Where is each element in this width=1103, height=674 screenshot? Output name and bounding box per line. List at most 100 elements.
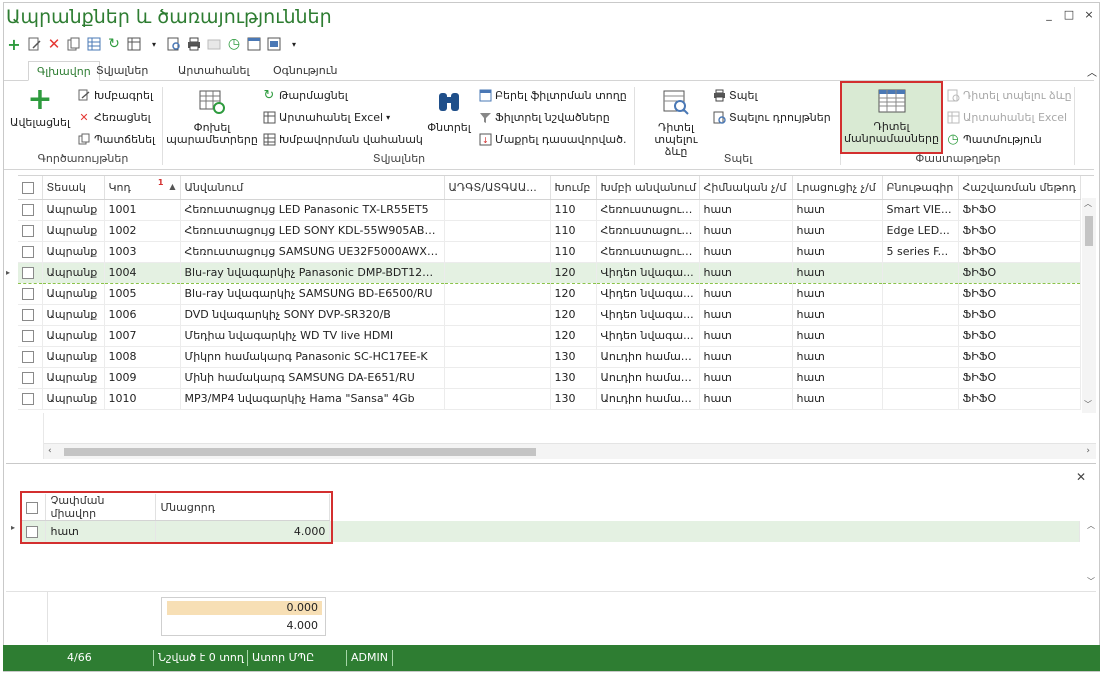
cell-extra-unit[interactable]: հատ [792, 346, 883, 368]
print-view-button[interactable]: Դիտել տպելու ձևը [644, 89, 708, 158]
table-row[interactable]: Ապրանք 1005 Blu-ray նվագարկիչ SAMSUNG BD-E… [18, 283, 1081, 305]
cell-group-name[interactable]: Աուդիո համակ... [596, 388, 700, 410]
column-header-extra-unit[interactable]: Լրացուցիչ չ/մ [792, 176, 883, 200]
cell-name[interactable]: Հեռուստացույց LED Panasonic TX-LR55ET5 [180, 199, 445, 221]
table-row[interactable]: Ապրանք 1002 Հեռուստացույց LED SONY KDL-55W… [18, 220, 1081, 242]
cell-method[interactable]: ՖԻՖՕ [958, 220, 1081, 242]
cell-type[interactable]: Ապրանք [42, 346, 105, 368]
cell-spec[interactable] [882, 261, 959, 284]
row-checkbox-cell[interactable] [18, 346, 43, 368]
cell-extra-unit[interactable]: հատ [792, 220, 883, 242]
group-panel-button[interactable]: Խմբավորման վահանակ [262, 130, 423, 148]
table-row[interactable]: Ապրանք 1009 Մինի համակարգ SAMSUNG DA-E651/… [18, 367, 1081, 389]
cell-group[interactable]: 110 [550, 199, 597, 221]
cell-type[interactable]: Ապրանք [42, 261, 105, 284]
column-header-code[interactable]: Կոդ 1 ▲ [104, 176, 181, 200]
export-icon[interactable] [126, 36, 142, 52]
cell-code[interactable]: 1009 [104, 367, 181, 389]
table-row[interactable]: Ապրանք 1004 Blu-ray նվագարկիչ Panasonic DM… [18, 261, 1081, 284]
cell-main-unit[interactable]: հատ [699, 346, 793, 368]
cell-type[interactable]: Ապրանք [42, 325, 105, 347]
select-all-checkbox[interactable] [22, 181, 34, 194]
scroll-thumb[interactable] [64, 448, 536, 456]
column-header-main-unit[interactable]: Հիմնական չ/մ [699, 176, 793, 200]
history-button[interactable]: ◷ Պատմություն [946, 130, 1041, 148]
detail-scroll-up-icon[interactable]: ︿ [1087, 520, 1095, 531]
cell-group[interactable]: 120 [550, 283, 597, 305]
cell-spec[interactable] [882, 367, 959, 389]
export-excel-button[interactable]: Արտահանել Excel ▾ [262, 108, 390, 126]
cell-code[interactable]: 1008 [104, 346, 181, 368]
add-button[interactable]: + Ավելացնել [6, 85, 74, 129]
delete-icon[interactable]: ✕ [46, 35, 62, 53]
print-settings-icon[interactable] [206, 36, 222, 52]
cell-name[interactable]: Հեռուստացույց LED SONY KDL-55W905ABAEP [180, 220, 445, 242]
table-row[interactable]: Ապրանք 1007 Մեդիա նվագարկիչ WD TV live HDM… [18, 325, 1081, 347]
cell-main-unit[interactable]: հատ [699, 199, 793, 221]
cell-name[interactable]: Միկրո համակարգ Panasonic SC-HC17EE-K [180, 346, 445, 368]
maximize-button[interactable]: □ [1063, 8, 1075, 21]
table-row[interactable]: Ապրանք 1003 Հեռուստացույց SAMSUNG UE32F500… [18, 241, 1081, 263]
cell-spec[interactable] [882, 346, 959, 368]
column-header-type[interactable]: Տեսակ [42, 176, 105, 200]
cell-name[interactable]: Հեռուստացույց SAMSUNG UE32F5000AWXUZ [180, 241, 445, 263]
row-checkbox-cell[interactable] [18, 261, 43, 284]
row-checkbox[interactable] [22, 330, 34, 342]
cell-main-unit[interactable]: հատ [699, 220, 793, 242]
select-all-header[interactable] [18, 176, 43, 200]
copy-icon[interactable] [66, 36, 82, 52]
cell-main-unit[interactable]: հատ [699, 367, 793, 389]
table-row[interactable]: Ապրանք 1006 DVD նվագարկիչ SONY DVP-SR320/B… [18, 304, 1081, 326]
minimize-button[interactable]: _ [1043, 8, 1055, 21]
scroll-left-icon[interactable]: ‹ [48, 446, 52, 456]
cell-adgt[interactable] [444, 325, 551, 347]
filter-changes-button[interactable]: Ֆիլտրել նշվածները [478, 108, 610, 126]
row-checkbox[interactable] [22, 351, 34, 363]
cell-extra-unit[interactable]: հատ [792, 241, 883, 263]
cell-adgt[interactable] [444, 367, 551, 389]
scroll-up-icon[interactable]: ︿ [1084, 198, 1092, 209]
column-header-group-name[interactable]: Խմբի անվանում [596, 176, 700, 200]
clear-sort-button[interactable]: ↓ Մաքրել դասավորված. [478, 130, 627, 148]
cell-group-name[interactable]: Վիդեո նվագա... [596, 304, 700, 326]
copy-button[interactable]: Պատճենել [77, 130, 155, 148]
cell-adgt[interactable] [444, 241, 551, 263]
cell-main-unit[interactable]: հատ [699, 388, 793, 410]
grid-horizontal-scrollbar[interactable]: ‹ › [44, 443, 1096, 459]
cell-group-name[interactable]: Աուդիո համակ... [596, 367, 700, 389]
cell-extra-unit[interactable]: հատ [792, 388, 883, 410]
row-checkbox[interactable] [22, 267, 34, 279]
cell-type[interactable]: Ապրանք [42, 199, 105, 221]
cell-group[interactable]: 130 [550, 388, 597, 410]
grid-vertical-scrollbar[interactable]: ︿ ﹀ [1082, 198, 1096, 413]
show-filter-row-button[interactable]: Բերել ֆիլտրման տողը [478, 86, 627, 104]
cell-group-name[interactable]: Վիդեո նվագա... [596, 325, 700, 347]
cell-method[interactable]: ՖԻՖՕ [958, 346, 1081, 368]
cell-adgt[interactable] [444, 283, 551, 305]
layout-icon[interactable] [246, 36, 262, 52]
row-checkbox[interactable] [22, 225, 34, 237]
cell-code[interactable]: 1010 [104, 388, 181, 410]
cell-spec[interactable]: Smart VIE... [882, 199, 959, 221]
scroll-right-icon[interactable]: › [1086, 446, 1090, 456]
close-button[interactable]: × [1083, 8, 1095, 21]
cell-adgt[interactable] [444, 388, 551, 410]
column-header-adgt[interactable]: ԱԴԳՏ/ԱՏԳԱԱ... [444, 176, 551, 200]
refresh-icon[interactable]: ↻ [106, 36, 122, 52]
cell-adgt[interactable] [444, 220, 551, 242]
cell-name[interactable]: MP3/MP4 նվագարկիչ Hama "Sansa" 4Gb [180, 388, 445, 410]
cell-group[interactable]: 130 [550, 367, 597, 389]
cell-extra-unit[interactable]: հատ [792, 304, 883, 326]
view-icon[interactable] [266, 36, 282, 52]
column-header-name[interactable]: Անվանում [180, 176, 445, 200]
edit-button[interactable]: Խմբագրել [77, 86, 153, 104]
row-checkbox[interactable] [22, 393, 34, 405]
cell-spec[interactable] [882, 388, 959, 410]
cell-spec[interactable]: 5 series F... [882, 241, 959, 263]
cell-type[interactable]: Ապրանք [42, 283, 105, 305]
row-checkbox[interactable] [22, 204, 34, 216]
cell-group-name[interactable]: Վիդեո նվագա... [596, 283, 700, 305]
row-checkbox-cell[interactable] [18, 199, 43, 221]
cell-group-name[interactable]: Աուդիո համակ... [596, 346, 700, 368]
refresh-button[interactable]: ↻ Թարմացնել [262, 86, 348, 104]
